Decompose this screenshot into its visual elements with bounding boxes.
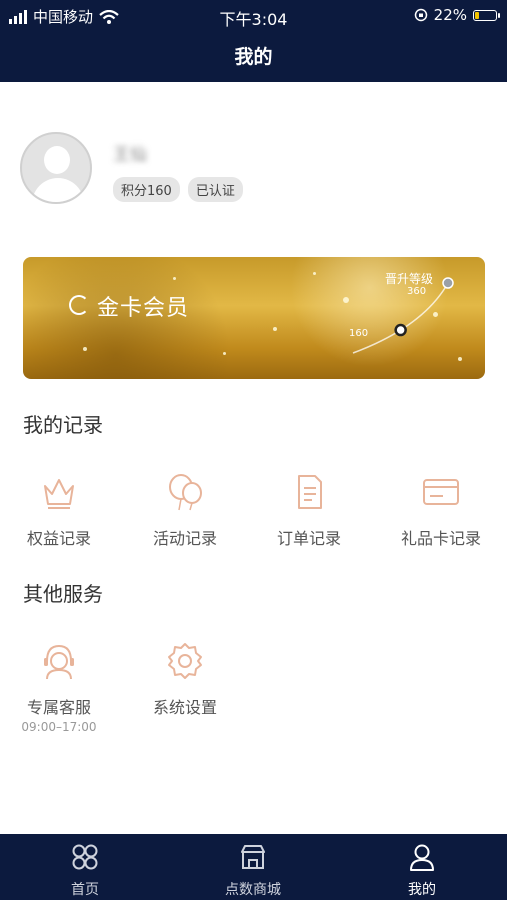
card-logo-icon xyxy=(69,295,89,315)
record-item-activities[interactable]: 活动记录 xyxy=(125,472,245,549)
services-section-title: 其他服务 xyxy=(23,582,103,606)
avatar[interactable] xyxy=(20,132,92,204)
tab-points-mall[interactable]: 点数商城 xyxy=(193,842,313,899)
card-icon xyxy=(423,479,459,505)
bottom-tab-bar: 首页 点数商城 我的 xyxy=(0,834,507,900)
username: 王仙 xyxy=(113,145,147,165)
points-badge: 积分160 xyxy=(113,177,180,202)
service-item-support[interactable]: 专属客服 09:00–17:00 xyxy=(0,641,119,734)
card-title: 金卡会员 xyxy=(97,296,190,321)
orientation-lock-icon xyxy=(414,8,427,22)
tab-label: 点数商城 xyxy=(225,882,281,898)
upgrade-label: 晋升等级 xyxy=(385,272,434,286)
current-points: 160 xyxy=(349,328,369,339)
service-label: 系统设置 xyxy=(152,698,217,717)
record-label: 权益记录 xyxy=(26,529,91,548)
tab-mine[interactable]: 我的 xyxy=(362,842,482,899)
page-title: 我的 xyxy=(234,46,273,68)
tab-label: 我的 xyxy=(408,882,436,898)
status-bar: 中国移动 下午3:04 22% xyxy=(0,0,507,30)
home-grid-icon xyxy=(72,844,98,870)
record-label: 订单记录 xyxy=(276,529,341,548)
service-item-settings[interactable]: 系统设置 xyxy=(125,641,245,718)
record-label: 礼品卡记录 xyxy=(400,529,481,548)
user-icon xyxy=(410,844,434,871)
service-hours: 09:00–17:00 xyxy=(21,720,97,734)
balloons-icon xyxy=(169,474,202,511)
records-section-title: 我的记录 xyxy=(23,413,103,437)
record-label: 活动记录 xyxy=(152,529,217,548)
gear-icon xyxy=(168,643,202,679)
record-item-giftcards[interactable]: 礼品卡记录 xyxy=(381,472,501,549)
crown-icon xyxy=(44,479,74,509)
service-label: 专属客服 xyxy=(26,698,91,717)
record-item-orders[interactable]: 订单记录 xyxy=(249,472,369,549)
record-item-benefits[interactable]: 权益记录 xyxy=(0,472,119,549)
tab-label: 首页 xyxy=(71,882,99,898)
profile-section[interactable]: 王仙 积分160 已认证 xyxy=(20,132,490,212)
battery-percent: 22% xyxy=(433,6,467,24)
member-card[interactable]: 金卡会员 晋升等级 360 160 xyxy=(23,257,485,379)
headset-icon xyxy=(44,644,74,680)
battery-icon xyxy=(473,9,500,21)
next-level-points: 360 xyxy=(407,286,427,297)
store-icon xyxy=(241,845,265,869)
verified-badge: 已认证 xyxy=(187,177,243,202)
document-icon xyxy=(298,475,322,509)
top-bar: 中国移动 下午3:04 22% 我的 xyxy=(0,0,507,82)
tab-home[interactable]: 首页 xyxy=(25,842,145,899)
